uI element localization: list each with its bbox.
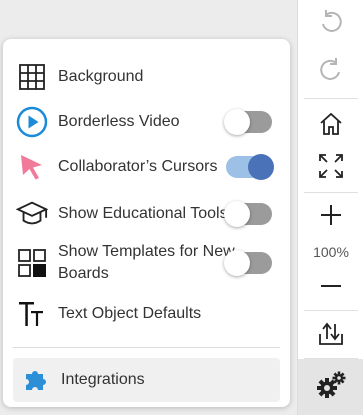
graduation-cap-icon xyxy=(16,198,48,230)
home-button[interactable] xyxy=(298,108,363,144)
menu-item-borderless-video[interactable]: Borderless Video xyxy=(16,106,280,138)
toggle-knob xyxy=(248,154,274,180)
text-tt-icon xyxy=(16,298,48,330)
zoom-out-button[interactable] xyxy=(298,272,363,304)
undo-button[interactable] xyxy=(298,6,363,42)
undo-icon xyxy=(318,9,344,40)
settings-panel: Background Borderless Video Collaborator… xyxy=(3,39,290,407)
fit-screen-button[interactable] xyxy=(298,150,363,186)
settings-icon xyxy=(316,370,346,405)
toggle-knob xyxy=(224,201,250,227)
templates-toggle[interactable] xyxy=(224,250,272,276)
export-icon xyxy=(318,320,344,351)
grid-icon xyxy=(16,61,48,93)
integrations-button[interactable]: Integrations xyxy=(13,358,280,402)
menu-item-background[interactable]: Background xyxy=(16,61,280,93)
zoom-level: 100% xyxy=(313,244,349,260)
educational-tools-toggle[interactable] xyxy=(224,201,272,227)
right-toolbar: 100% xyxy=(297,0,363,415)
menu-item-educational-tools[interactable]: Show Educational Tools xyxy=(16,192,280,236)
toggle-knob xyxy=(224,109,250,135)
fit-screen-icon xyxy=(318,153,344,184)
zoom-in-button[interactable] xyxy=(298,200,363,234)
menu-divider xyxy=(13,347,280,348)
menu-item-templates[interactable]: Show Templates for New Boards xyxy=(16,241,280,285)
redo-icon xyxy=(318,57,344,88)
settings-button[interactable] xyxy=(298,359,363,415)
menu-item-label: Text Object Defaults xyxy=(58,305,202,322)
cursor-icon xyxy=(16,151,48,183)
zoom-out-icon xyxy=(320,275,342,302)
puzzle-icon xyxy=(23,367,49,393)
toolbar-divider xyxy=(304,98,358,99)
integrations-label: Integrations xyxy=(61,371,145,388)
menu-item-label: Background xyxy=(58,68,144,85)
redo-button[interactable] xyxy=(298,52,363,92)
zoom-in-icon xyxy=(320,204,342,231)
borderless-video-toggle[interactable] xyxy=(224,109,272,135)
play-circle-icon xyxy=(16,106,48,138)
collaborators-cursors-toggle[interactable] xyxy=(226,154,274,180)
home-icon xyxy=(318,111,344,142)
toolbar-divider xyxy=(304,192,358,193)
menu-item-collaborators-cursors[interactable]: Collaborator’s Cursors xyxy=(16,151,280,183)
toolbar-divider xyxy=(304,310,358,311)
export-button[interactable] xyxy=(298,316,363,354)
menu-item-text-defaults[interactable]: Text Object Defaults xyxy=(16,298,280,330)
toggle-knob xyxy=(224,250,250,276)
templates-icon xyxy=(16,247,48,279)
